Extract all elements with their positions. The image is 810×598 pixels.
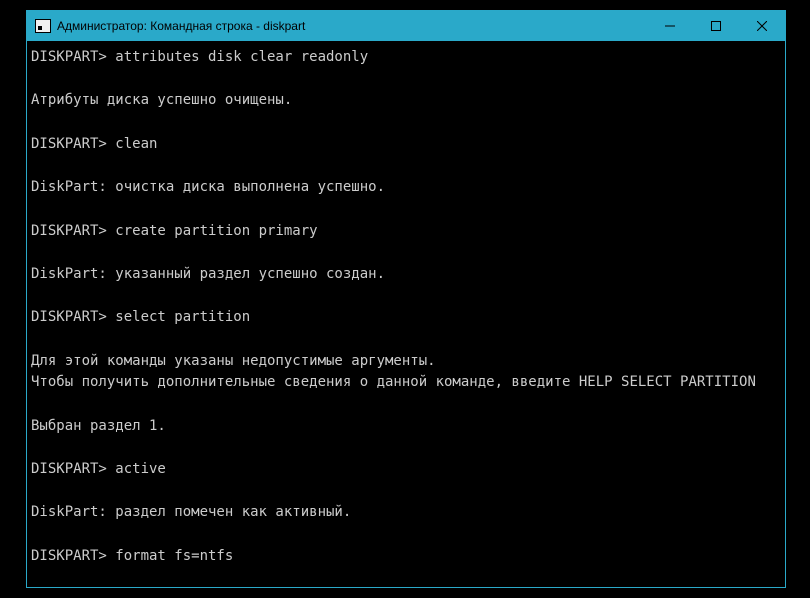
- minimize-button[interactable]: [647, 11, 693, 41]
- terminal-line: DiskPart: очистка диска выполнена успешн…: [31, 177, 781, 199]
- close-button[interactable]: [739, 11, 785, 41]
- terminal-line: [31, 286, 781, 308]
- terminal-line: Чтобы получить дополнительные сведения о…: [31, 372, 781, 394]
- terminal-line: [31, 481, 781, 503]
- terminal-line: Выбран раздел 1.: [31, 416, 781, 438]
- terminal-line: DiskPart: указанный раздел успешно созда…: [31, 264, 781, 286]
- terminal-line: [31, 199, 781, 221]
- terminal-line: [31, 155, 781, 177]
- maximize-button[interactable]: [693, 11, 739, 41]
- terminal-line: [31, 329, 781, 351]
- app-icon: [35, 19, 51, 33]
- terminal-line: [31, 112, 781, 134]
- terminal-line: [31, 242, 781, 264]
- terminal-line: [31, 69, 781, 91]
- terminal-output[interactable]: DISKPART> attributes disk clear readonly…: [27, 41, 785, 587]
- terminal-line: DISKPART> attributes disk clear readonly: [31, 47, 781, 69]
- terminal-line: DISKPART> format fs=ntfs: [31, 546, 781, 568]
- terminal-line: DISKPART> clean: [31, 134, 781, 156]
- terminal-line: [31, 568, 781, 588]
- window-title: Администратор: Командная строка - diskpa…: [57, 19, 647, 33]
- cmd-window: Администратор: Командная строка - diskpa…: [26, 10, 786, 588]
- titlebar-controls: [647, 11, 785, 41]
- terminal-line: DiskPart: раздел помечен как активный.: [31, 502, 781, 524]
- terminal-line: DISKPART> create partition primary: [31, 221, 781, 243]
- terminal-line: Для этой команды указаны недопустимые ар…: [31, 351, 781, 373]
- terminal-line: DISKPART> select partition: [31, 307, 781, 329]
- terminal-line: [31, 437, 781, 459]
- terminal-line: [31, 394, 781, 416]
- terminal-line: DISKPART> active: [31, 459, 781, 481]
- terminal-line: [31, 524, 781, 546]
- titlebar[interactable]: Администратор: Командная строка - diskpa…: [27, 11, 785, 41]
- terminal-line: Атрибуты диска успешно очищены.: [31, 90, 781, 112]
